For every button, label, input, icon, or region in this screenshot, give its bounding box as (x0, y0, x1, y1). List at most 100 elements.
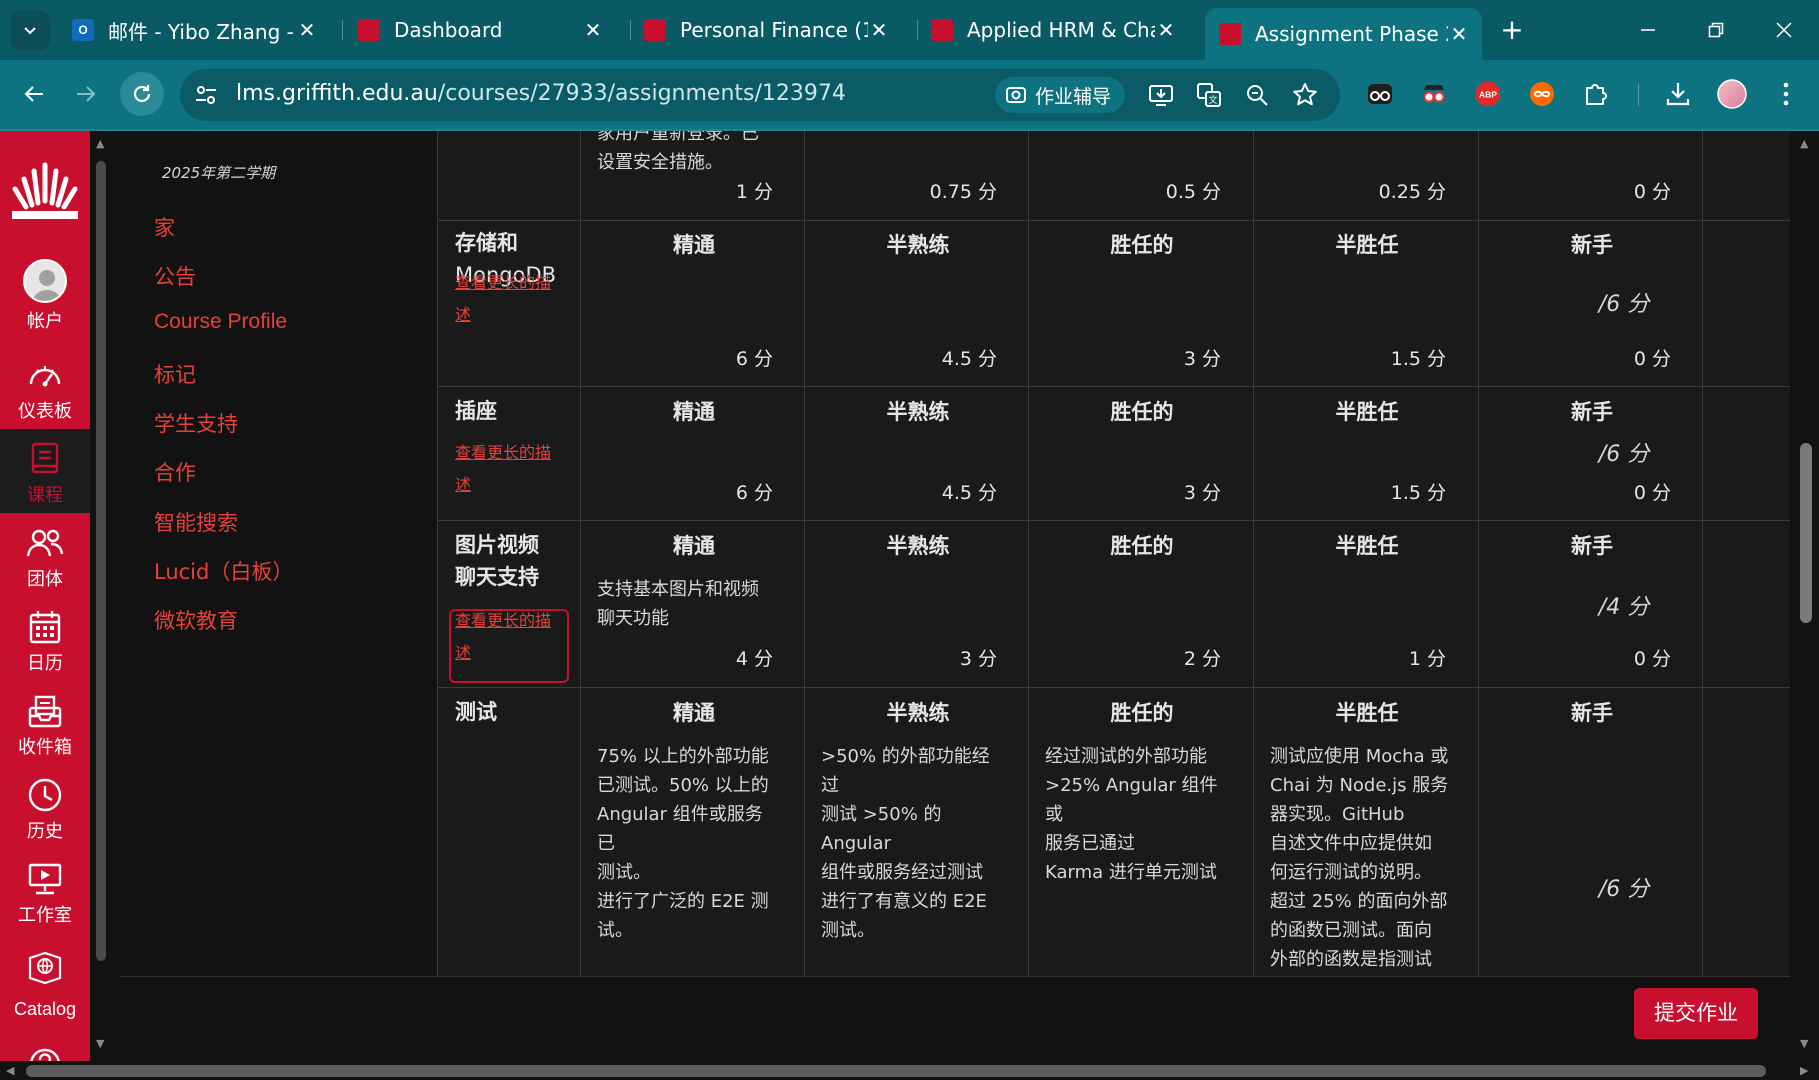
rating-title[interactable]: 半胜任 (1270, 697, 1464, 727)
close-icon[interactable]: ✕ (868, 19, 890, 41)
scroll-up-icon[interactable]: ▲ (1800, 137, 1808, 150)
rating-title[interactable]: 半胜任 (1270, 229, 1464, 259)
course-nav-grades[interactable]: 标记 (154, 359, 196, 389)
gnav-groups[interactable]: 团体 (0, 513, 90, 597)
homework-helper-chip[interactable]: 作业辅导 (995, 77, 1126, 113)
rating-title[interactable]: 精通 (597, 229, 791, 259)
close-icon[interactable]: ✕ (1155, 19, 1177, 41)
rating-title[interactable]: 精通 (597, 697, 791, 727)
back-button[interactable] (14, 74, 54, 114)
url-text[interactable]: lms.griffith.edu.au/courses/27933/assign… (236, 81, 846, 106)
translate-icon[interactable]: 文 (1196, 82, 1222, 108)
downloads-icon[interactable] (1662, 78, 1694, 110)
close-icon[interactable]: ✕ (1448, 23, 1470, 45)
rating-title[interactable]: 胜任的 (1045, 530, 1239, 560)
zoom-icon[interactable] (1244, 82, 1270, 108)
cloudflare-icon[interactable] (1364, 78, 1396, 110)
scroll-down-icon[interactable]: ▼ (1800, 1037, 1808, 1050)
reload-button[interactable] (120, 72, 164, 116)
window-close-button[interactable] (1756, 12, 1812, 48)
camera-search-icon (1006, 87, 1026, 103)
rating-title[interactable]: 半熟练 (821, 396, 1015, 426)
view-longer-description-link[interactable]: 查看更长的描 述 (455, 267, 551, 331)
browser-tab[interactable]: Applied HRM & Cha ✕ (917, 10, 1189, 50)
view-longer-description-link[interactable]: 查看更长的描 述 (455, 437, 551, 501)
horizontal-scrollbar[interactable]: ◀ ▶ (0, 1061, 1819, 1080)
infinity-icon[interactable] (1526, 78, 1558, 110)
rating-title[interactable]: 胜任的 (1045, 697, 1239, 727)
course-nav-course-profile[interactable]: Course Profile (154, 310, 287, 334)
forward-button[interactable] (66, 74, 106, 114)
catalog-icon (25, 947, 65, 987)
profile-avatar[interactable] (1716, 78, 1748, 110)
scroll-up-icon[interactable]: ▲ (96, 137, 104, 150)
close-icon[interactable]: ✕ (296, 19, 318, 41)
new-tab-button[interactable]: + (1496, 14, 1528, 46)
gnav-history[interactable]: 历史 (0, 765, 90, 849)
rating-title[interactable]: 新手 (1495, 396, 1689, 426)
gnav-catalog[interactable]: Catalog (0, 937, 90, 1037)
browser-tab[interactable]: O 邮件 - Yibo Zhang - ( ✕ (58, 10, 330, 50)
gnav-courses[interactable]: 课程 (0, 429, 90, 513)
browser-tab[interactable]: Personal Finance (12 ✕ (630, 10, 902, 50)
course-nav-home[interactable]: 家 (154, 212, 175, 242)
rating-title[interactable]: 精通 (597, 396, 791, 426)
gnav-inbox[interactable]: 收件箱 (0, 681, 90, 765)
course-nav-microsoft-education[interactable]: 微软教育 (154, 605, 238, 635)
criterion-name-line: 插座 (455, 399, 497, 423)
course-nav-lucid[interactable]: Lucid（白板） (154, 556, 293, 586)
address-bar[interactable]: lms.griffith.edu.au/courses/27933/assign… (180, 69, 1340, 121)
griffith-logo-icon[interactable] (10, 161, 80, 223)
rating-title[interactable]: 胜任的 (1045, 396, 1239, 426)
gnav-calendar[interactable]: 日历 (0, 597, 90, 681)
scrollbar-thumb[interactable] (26, 1065, 1766, 1077)
site-settings-icon[interactable] (194, 83, 218, 107)
install-app-icon[interactable] (1148, 82, 1174, 108)
rating-title[interactable]: 新手 (1495, 229, 1689, 259)
desc-line: 超过 25% 的面向外部 (1270, 891, 1448, 912)
rating-title[interactable]: 新手 (1495, 697, 1689, 727)
tab-search-button[interactable] (10, 10, 50, 50)
grid-line (1478, 131, 1479, 976)
page-scrollbar[interactable]: ▲ ▼ (1790, 131, 1819, 1061)
scrollbar-thumb[interactable] (1800, 443, 1812, 623)
course-nav-student-support[interactable]: 学生支持 (154, 408, 238, 438)
restore-button[interactable] (1688, 12, 1744, 48)
scroll-left-icon[interactable]: ◀ (6, 1064, 14, 1077)
gnav-dashboard[interactable]: 仪表板 (0, 345, 90, 429)
course-nav-collaborations[interactable]: 合作 (154, 457, 196, 487)
rating-title[interactable]: 半熟练 (821, 697, 1015, 727)
submit-assignment-button[interactable]: 提交作业 (1634, 988, 1758, 1039)
rating-title[interactable]: 半熟练 (821, 530, 1015, 560)
scroll-right-icon[interactable]: ▶ (1800, 1064, 1808, 1077)
adblock-icon[interactable]: ABP (1472, 78, 1504, 110)
gnav-account[interactable]: 帐户 (0, 249, 90, 333)
account-icon (21, 257, 69, 305)
view-longer-description-link[interactable]: 查看更长的描 述 (455, 605, 551, 669)
rating-title[interactable]: 胜任的 (1045, 229, 1239, 259)
browser-tab[interactable]: Dashboard ✕ (344, 10, 616, 50)
browser-tab-active[interactable]: Assignment Phase 2 ✕ (1205, 8, 1482, 60)
scroll-down-icon[interactable]: ▼ (96, 1037, 104, 1050)
browser-menu-button[interactable] (1770, 78, 1802, 110)
rating-title[interactable]: 半熟练 (821, 229, 1015, 259)
rating-description: 75% 以上的外部功能 已测试。50% 以上的 Angular 组件或服务已 测… (597, 742, 777, 945)
spy-icon[interactable] (1418, 78, 1450, 110)
rating-title[interactable]: 新手 (1495, 530, 1689, 560)
gnav-studio[interactable]: 工作室 (0, 849, 90, 933)
puzzle-icon[interactable] (1580, 78, 1612, 110)
tab-strip: O 邮件 - Yibo Zhang - ( ✕ Dashboard ✕ Pers… (0, 0, 1819, 60)
rating-description: >50% 的外部功能经过 测试 >50% 的 Angular 组件或服务经过测试… (821, 742, 1001, 945)
desc-line: >25% Angular 组件或 (1045, 775, 1218, 825)
minimize-button[interactable] (1620, 12, 1676, 48)
course-nav-announcements[interactable]: 公告 (154, 261, 196, 291)
rating-title[interactable]: 半胜任 (1270, 530, 1464, 560)
scrollbar-thumb[interactable] (96, 161, 106, 961)
rating-points: 0 分 (1633, 648, 1671, 670)
nav-scrollbar[interactable]: ▲ ▼ (92, 131, 112, 1061)
rating-title[interactable]: 半胜任 (1270, 396, 1464, 426)
rating-title[interactable]: 精通 (597, 530, 791, 560)
bookmark-star-icon[interactable] (1292, 82, 1318, 108)
close-icon[interactable]: ✕ (582, 19, 604, 41)
course-nav-smart-search[interactable]: 智能搜索 (154, 507, 238, 537)
